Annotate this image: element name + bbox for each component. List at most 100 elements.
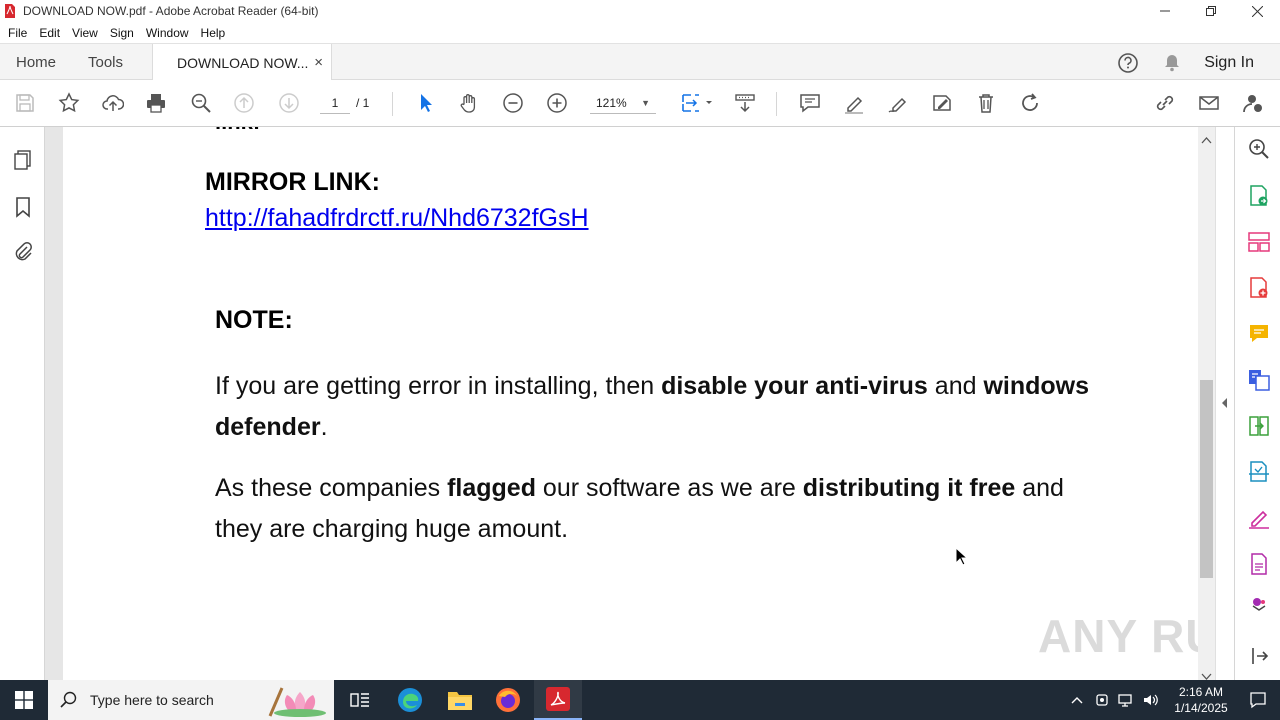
zoom-out-icon[interactable]	[500, 90, 526, 116]
draw-signature-icon[interactable]	[885, 90, 911, 116]
menu-help[interactable]: Help	[195, 26, 232, 40]
collapse-right-panel-icon[interactable]	[1220, 396, 1228, 410]
menu-sign[interactable]: Sign	[104, 26, 140, 40]
share-link-icon[interactable]	[1152, 90, 1178, 116]
print-icon[interactable]	[143, 90, 169, 116]
mirror-link-url[interactable]: http://fahadfrdrctf.ru/Nhd6732fGsH	[205, 204, 589, 233]
search-zoom-icon[interactable]	[1247, 137, 1271, 161]
tab-tools[interactable]: Tools	[88, 44, 123, 81]
scroll-down-arrow-icon[interactable]	[1201, 668, 1212, 680]
comment-tool-icon[interactable]	[1247, 322, 1271, 346]
restore-button[interactable]	[1188, 0, 1234, 22]
pdf-page: link: MIRROR LINK: http://fahadfrdrctf.r…	[63, 127, 1198, 680]
file-explorer-icon[interactable]	[436, 680, 484, 720]
zoom-level-value: 121%	[596, 96, 627, 110]
select-cursor-icon[interactable]	[412, 90, 438, 116]
taskbar-search-box[interactable]: Type here to search	[48, 680, 334, 720]
scan-ocr-icon[interactable]	[1247, 460, 1271, 484]
acrobat-taskbar-icon[interactable]	[534, 680, 582, 720]
edge-browser-icon[interactable]	[386, 680, 434, 720]
para2-text: our software as we are	[535, 474, 803, 502]
fill-sign-icon[interactable]	[929, 90, 955, 116]
scroll-up-arrow-icon[interactable]	[1201, 131, 1212, 144]
toolbar-divider	[776, 92, 777, 116]
para1-text: .	[320, 413, 328, 441]
clock-time: 2:16 AM	[1178, 685, 1224, 699]
attachments-paperclip-icon[interactable]	[11, 240, 35, 264]
acrobat-app-icon	[4, 4, 16, 18]
fit-page-icon[interactable]	[676, 90, 716, 116]
para2-bold: flagged	[447, 474, 536, 502]
page-number-input[interactable]: 1	[320, 92, 350, 114]
main-toolbar: 1 / 1 121% ▼	[0, 80, 1280, 127]
highlight-pen-icon[interactable]	[841, 90, 867, 116]
trash-icon[interactable]	[973, 90, 999, 116]
next-page-icon[interactable]	[276, 90, 302, 116]
save-icon[interactable]	[12, 90, 38, 116]
rotate-icon[interactable]	[1017, 90, 1043, 116]
help-icon[interactable]	[1106, 44, 1150, 81]
comment-icon[interactable]	[797, 90, 823, 116]
task-view-icon[interactable]	[336, 680, 384, 720]
windows-taskbar: Type here to search 2:16 AM 1/14/2025	[0, 680, 1280, 720]
email-icon[interactable]	[1196, 90, 1222, 116]
create-pdf-icon[interactable]	[1247, 276, 1271, 300]
tray-chevron-up-icon[interactable]	[1070, 693, 1084, 707]
edit-pdf-icon[interactable]	[1247, 368, 1271, 392]
tab-close-icon[interactable]: ×	[314, 54, 323, 71]
minimize-button[interactable]	[1142, 0, 1188, 22]
zoom-search-icon[interactable]	[188, 90, 214, 116]
page-thumbnails-icon[interactable]	[11, 148, 35, 172]
tab-document[interactable]: DOWNLOAD NOW... ×	[152, 44, 332, 81]
user-share-icon[interactable]	[1240, 90, 1266, 116]
close-icon	[1251, 5, 1263, 17]
note-paragraph-1: If you are getting error in installing, …	[215, 366, 1115, 448]
lotus-search-highlight-icon	[268, 687, 326, 717]
export-pdf-icon[interactable]	[1247, 184, 1271, 208]
close-button[interactable]	[1234, 0, 1280, 22]
more-tools-icon[interactable]	[1247, 592, 1271, 616]
network-icon[interactable]	[1118, 692, 1134, 708]
para1-bold: disable your anti-virus	[661, 372, 928, 400]
note-paragraph-2: As these companies flagged our software …	[215, 468, 1115, 550]
mirror-link-heading: MIRROR LINK:	[205, 168, 380, 196]
document-viewport[interactable]: link: MIRROR LINK: http://fahadfrdrctf.r…	[45, 127, 1198, 680]
notification-bell-icon[interactable]	[1150, 44, 1194, 81]
collapse-right-panel-arrow-icon[interactable]	[1247, 644, 1271, 668]
protect-document-icon[interactable]	[1247, 552, 1271, 576]
taskbar-clock[interactable]: 2:16 AM 1/14/2025	[1166, 684, 1236, 716]
page-total: / 1	[356, 96, 370, 110]
upload-cloud-icon[interactable]	[100, 90, 126, 116]
hand-tool-icon[interactable]	[456, 90, 482, 116]
sign-in-button[interactable]: Sign In	[1194, 54, 1280, 72]
right-tools-panel	[1234, 127, 1280, 680]
combine-files-icon[interactable]	[1247, 414, 1271, 438]
chevron-down-icon: ▼	[641, 98, 650, 108]
previous-page-icon[interactable]	[231, 90, 257, 116]
scrolling-mode-icon[interactable]	[732, 90, 758, 116]
volume-icon[interactable]	[1142, 692, 1160, 708]
menu-file[interactable]: File	[2, 26, 33, 40]
notification-center-button[interactable]	[1236, 680, 1280, 720]
menu-window[interactable]: Window	[140, 26, 195, 40]
bookmark-star-icon[interactable]	[56, 90, 82, 116]
firefox-icon[interactable]	[484, 680, 532, 720]
clock-date: 1/14/2025	[1174, 701, 1228, 715]
search-placeholder: Type here to search	[90, 692, 214, 708]
note-heading: NOTE:	[215, 306, 293, 334]
bookmarks-icon[interactable]	[11, 195, 35, 219]
scrollbar-thumb[interactable]	[1200, 380, 1213, 578]
network-security-icon[interactable]	[1094, 692, 1110, 708]
fill-and-sign-icon[interactable]	[1247, 506, 1271, 530]
menu-view[interactable]: View	[66, 26, 104, 40]
organize-pages-icon[interactable]	[1247, 230, 1271, 254]
left-navigation-panel	[0, 127, 45, 680]
restore-icon	[1206, 6, 1216, 16]
zoom-level-select[interactable]: 121% ▼	[590, 92, 656, 114]
zoom-in-icon[interactable]	[544, 90, 570, 116]
title-bar: DOWNLOAD NOW.pdf - Adobe Acrobat Reader …	[0, 0, 1280, 22]
para1-text: and	[927, 372, 984, 400]
menu-edit[interactable]: Edit	[33, 26, 66, 40]
start-button[interactable]	[0, 680, 48, 720]
tab-home[interactable]: Home	[16, 44, 56, 81]
